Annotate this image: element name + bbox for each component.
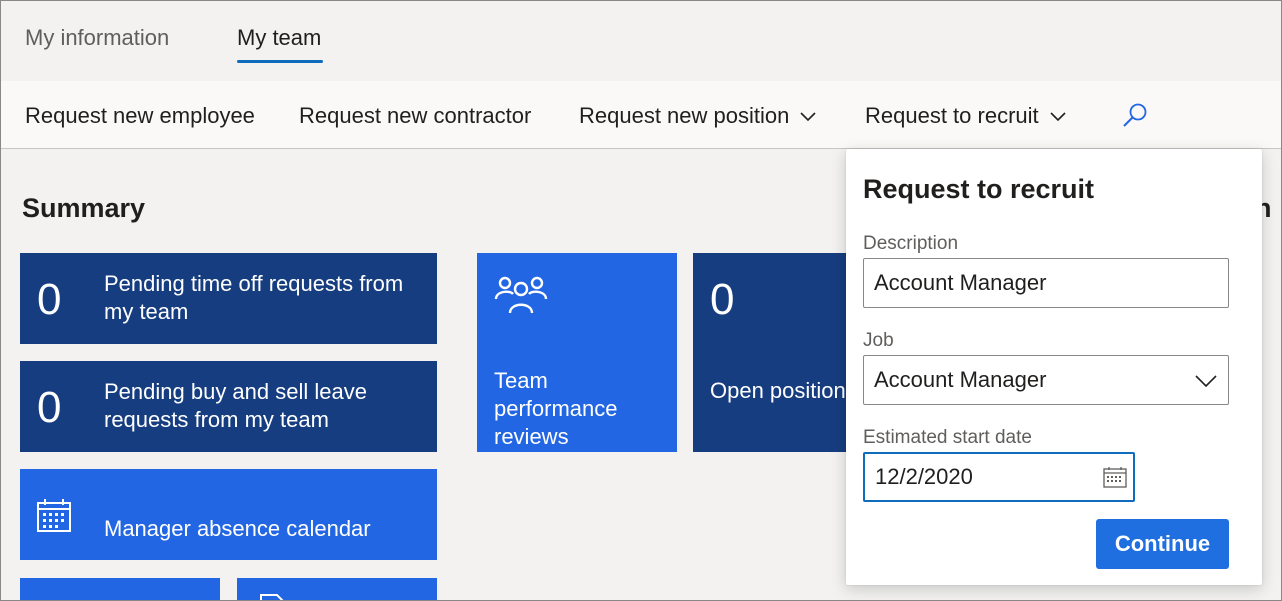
tab-my-team[interactable]: My team xyxy=(237,25,324,63)
request-new-employee-button[interactable]: Request new employee xyxy=(25,103,255,129)
job-value: Account Manager xyxy=(874,367,1047,392)
summary-tile[interactable] xyxy=(237,578,437,600)
document-icon xyxy=(260,594,284,600)
description-value: Account Manager xyxy=(874,270,1047,295)
tab-my-information[interactable]: My information xyxy=(25,25,169,59)
pending-buy-sell-leave-tile[interactable]: 0 Pending buy and sell leave requests fr… xyxy=(20,361,437,452)
action-bar: Request new employee Request new contrac… xyxy=(1,81,1281,149)
request-new-position-menu[interactable]: Request new position xyxy=(579,103,817,129)
action-label: Request new contractor xyxy=(299,103,532,128)
action-label: Request new employee xyxy=(25,103,255,128)
summary-tile[interactable] xyxy=(20,578,220,600)
pending-time-off-tile[interactable]: 0 Pending time off requests from my team xyxy=(20,253,437,344)
team-performance-reviews-tile[interactable]: Team performance reviews xyxy=(477,253,677,452)
manager-absence-calendar-tile[interactable]: Manager absence calendar xyxy=(20,469,437,560)
search-icon[interactable] xyxy=(1121,101,1149,129)
flyout-title: Request to recruit xyxy=(863,174,1095,204)
tile-label: Pending buy and sell leave requests from… xyxy=(104,379,367,432)
request-new-contractor-button[interactable]: Request new contractor xyxy=(299,103,531,129)
active-tab-indicator xyxy=(237,60,324,63)
app-window: My information My team Request new emplo… xyxy=(0,0,1282,601)
calendar-icon xyxy=(37,499,71,532)
chevron-down-icon[interactable] xyxy=(1194,370,1218,392)
summary-heading: Summary xyxy=(22,193,146,223)
calendar-icon[interactable] xyxy=(1103,466,1127,488)
continue-button[interactable]: Continue xyxy=(1096,519,1229,569)
action-label: Request new position xyxy=(579,103,790,128)
tab-label: My information xyxy=(25,25,170,50)
tile-label: Pending time off requests from my team xyxy=(104,271,404,324)
tab-label: My team xyxy=(237,25,322,50)
tile-label: Team performance reviews xyxy=(494,368,618,449)
start-date-value: 12/2/2020 xyxy=(875,464,973,489)
estimated-start-date-label: Estimated start date xyxy=(863,427,1032,448)
tile-count: 0 xyxy=(710,275,735,324)
tab-bar: My information My team xyxy=(1,1,1281,81)
tile-count: 0 xyxy=(37,275,62,324)
chevron-down-icon xyxy=(1050,112,1066,122)
request-to-recruit-flyout: Request to recruit Description Account M… xyxy=(846,149,1262,585)
tile-label: Manager absence calendar xyxy=(104,516,371,541)
request-to-recruit-menu[interactable]: Request to recruit xyxy=(865,103,1067,129)
job-select[interactable]: Account Manager xyxy=(863,355,1229,405)
tile-count: 0 xyxy=(37,383,62,432)
job-label: Job xyxy=(863,330,894,351)
description-field[interactable]: Account Manager xyxy=(863,258,1229,308)
description-label: Description xyxy=(863,233,959,254)
estimated-start-date-field[interactable]: 12/2/2020 xyxy=(863,452,1135,502)
chevron-down-icon xyxy=(800,112,816,122)
people-icon xyxy=(494,276,548,314)
action-label: Request to recruit xyxy=(865,103,1039,128)
